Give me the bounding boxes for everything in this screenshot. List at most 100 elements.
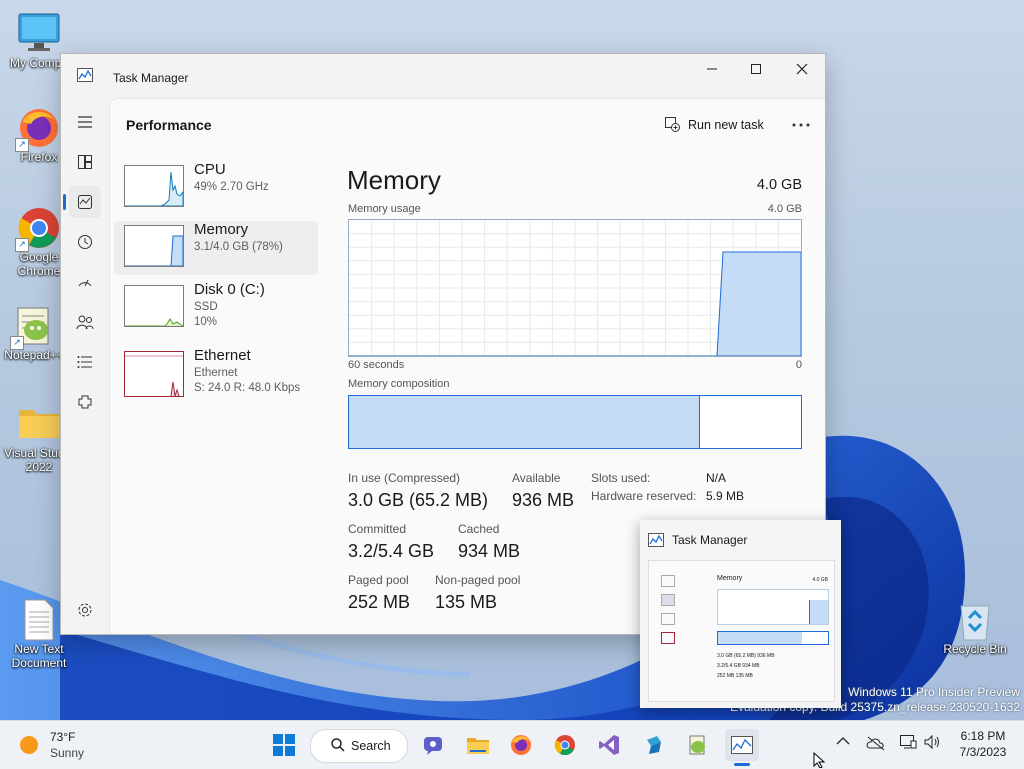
shortcut-arrow-icon: ↗ — [15, 138, 29, 152]
task-manager-icon[interactable] — [725, 729, 759, 766]
weather-widget[interactable]: 73°F Sunny — [16, 729, 96, 761]
taskbar-thumbnail-preview[interactable]: Task Manager Memory 4.0 GB 3.0 GB (65.2 … — [640, 520, 841, 708]
resource-ethernet[interactable]: Ethernet Ethernet S: 24.0 R: 48.0 Kbps — [114, 347, 318, 401]
preview-app-icon — [648, 533, 664, 552]
clock-time: 6:18 PM — [960, 729, 1006, 743]
mini-resource-list — [661, 575, 707, 644]
sun-icon — [20, 736, 38, 754]
mini-stats: 3.0 GB (65.2 MB) 936 MB 3.2/5.4 GB 934 M… — [717, 653, 775, 679]
performance-icon[interactable] — [63, 186, 101, 218]
cached-value: 934 MB — [458, 541, 521, 561]
start-icon[interactable] — [268, 729, 300, 761]
taskbar: 73°F Sunny Search 6:18 PM 7/3/2023 — [0, 720, 1024, 769]
title-bar[interactable]: Task Manager — [61, 54, 825, 98]
resource-detail: SSD — [194, 301, 218, 313]
resource-name: Disk 0 (C:) — [194, 281, 265, 298]
desktop-icon-label: Recycle Bin — [943, 642, 1007, 656]
window-title: Task Manager — [113, 71, 189, 85]
hardware-reserved-label: Hardware reserved: — [591, 489, 697, 503]
more-options-button[interactable] — [788, 113, 814, 137]
desktop-icon-label: New Text Document — [11, 642, 67, 670]
folder-icon — [17, 402, 61, 446]
volume-icon[interactable] — [923, 734, 941, 753]
memory-total: 4.0 GB — [756, 177, 802, 193]
nav-rail — [61, 98, 109, 634]
available-label: Available — [512, 471, 561, 485]
mini-memory-total: 4.0 GB — [812, 577, 828, 583]
mini-memory-title: Memory — [717, 575, 743, 582]
resource-cpu[interactable]: CPU 49% 2.70 GHz — [114, 161, 318, 215]
text-file-icon — [17, 598, 61, 642]
details-icon[interactable] — [69, 346, 101, 378]
hamburger-icon[interactable] — [69, 106, 101, 138]
settings-icon[interactable] — [69, 594, 101, 626]
teams-icon[interactable] — [417, 729, 449, 761]
memory-usage-max: 4.0 GB — [767, 203, 802, 215]
clock[interactable]: 6:18 PM 7/3/2023 — [950, 728, 1016, 760]
resource-detail: Ethernet — [194, 367, 238, 379]
resource-name: CPU — [194, 161, 226, 178]
resource-name: Memory — [194, 221, 249, 238]
azure-data-studio-icon[interactable] — [638, 729, 670, 761]
resource-detail-2: 10% — [194, 316, 218, 328]
chrome-icon[interactable] — [549, 729, 581, 761]
show-hidden-icons-button[interactable] — [836, 735, 850, 749]
close-button[interactable] — [779, 54, 825, 84]
minimize-button[interactable] — [689, 54, 735, 84]
committed-label: Committed — [348, 522, 407, 536]
disk-thumbnail — [124, 285, 184, 327]
search-icon — [331, 737, 345, 755]
notepadpp-icon: ↗ — [10, 304, 56, 350]
composition-modified — [695, 396, 700, 448]
page-title: Performance — [126, 117, 212, 133]
memory-composition-label: Memory composition — [348, 378, 450, 390]
clock-date: 7/3/2023 — [959, 745, 1007, 759]
composition-in-use — [349, 396, 696, 448]
run-new-task-label: Run new task — [688, 118, 764, 132]
cpu-thumbnail — [124, 165, 184, 207]
search-box[interactable]: Search — [310, 729, 408, 763]
paged-pool-label: Paged pool — [348, 573, 409, 587]
preview-window-mini: Memory 4.0 GB 3.0 GB (65.2 MB) 936 MB 3.… — [648, 560, 835, 702]
resource-detail: 49% 2.70 GHz — [194, 181, 269, 193]
slots-value: N/A — [706, 471, 727, 485]
preview-title: Task Manager — [672, 533, 748, 547]
ethernet-thumbnail — [124, 351, 184, 397]
run-new-task-button[interactable]: Run new task — [664, 113, 764, 137]
onedrive-offline-icon[interactable] — [866, 735, 886, 754]
firefox-icon[interactable] — [505, 729, 537, 761]
maximize-button[interactable] — [733, 54, 779, 84]
app-icon — [77, 68, 93, 87]
services-icon[interactable] — [69, 386, 101, 418]
desktop-icon-recycle-bin[interactable]: Recycle Bin — [937, 598, 1013, 656]
graph-time-left: 60 seconds — [348, 359, 405, 371]
resource-detail: 3.1/4.0 GB (78%) — [194, 241, 283, 253]
visual-studio-icon[interactable] — [593, 729, 625, 761]
available-value: 936 MB — [512, 490, 575, 510]
file-explorer-icon[interactable] — [462, 729, 494, 761]
in-use-label: In use (Compressed) — [348, 471, 461, 485]
committed-value: 3.2/5.4 GB — [348, 541, 435, 561]
paged-pool-value: 252 MB — [348, 592, 411, 612]
weather-temp: 73°F — [50, 730, 76, 744]
slots-label: Slots used: — [591, 471, 651, 485]
weather-desc: Sunny — [50, 746, 85, 760]
resource-disk[interactable]: Disk 0 (C:) SSD 10% — [114, 281, 318, 335]
network-icon[interactable] — [899, 734, 917, 753]
search-label: Search — [351, 739, 391, 753]
memory-heading: Memory — [347, 165, 441, 195]
notepadpp-icon[interactable] — [681, 729, 713, 761]
memory-usage-graph — [348, 219, 802, 357]
app-history-icon[interactable] — [69, 226, 101, 258]
shortcut-arrow-icon: ↗ — [15, 238, 29, 252]
processes-icon[interactable] — [69, 146, 101, 178]
resource-memory[interactable]: Memory 3.1/4.0 GB (78%) — [114, 221, 318, 275]
chrome-icon: ↗ — [15, 206, 61, 252]
cached-label: Cached — [458, 522, 500, 536]
users-icon[interactable] — [69, 306, 101, 338]
monitor-icon — [17, 12, 61, 56]
in-use-value: 3.0 GB (65.2 MB) — [348, 490, 489, 510]
nonpaged-pool-label: Non-paged pool — [435, 573, 521, 587]
startup-apps-icon[interactable] — [69, 266, 101, 298]
graph-time-right: 0 — [795, 359, 802, 371]
